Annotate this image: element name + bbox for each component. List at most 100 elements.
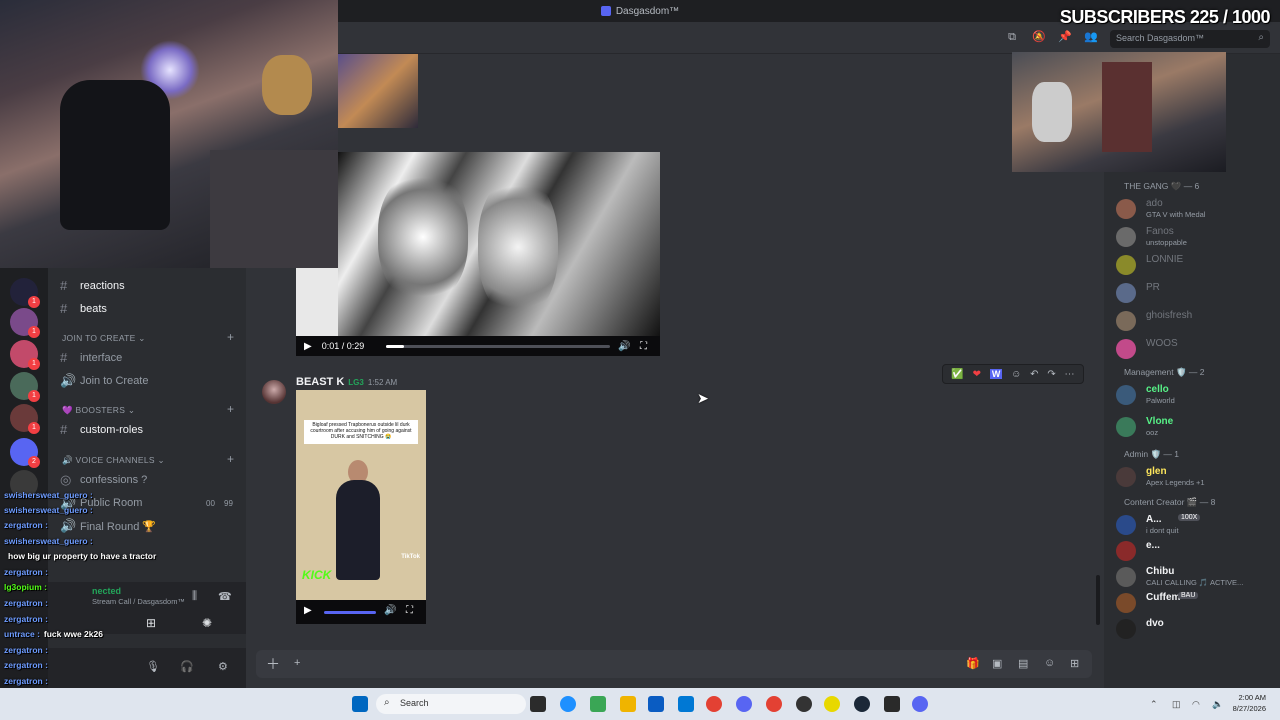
- gif-icon[interactable]: ▣: [992, 657, 1002, 670]
- member-item[interactable]: Cuffem BAU: [1116, 591, 1276, 615]
- add-icon[interactable]: +: [294, 657, 300, 669]
- tiktok-video-attachment[interactable]: Bigloaf pressed Trapbonerus outside lil …: [296, 390, 426, 600]
- steam-icon[interactable]: [854, 696, 870, 712]
- mute-icon[interactable]: 🔕: [1032, 31, 1046, 43]
- member-section-header: Management 🛡️ — 2: [1124, 367, 1205, 377]
- heart-reaction-icon[interactable]: ❤: [973, 369, 981, 380]
- app-icon[interactable]: [824, 696, 840, 712]
- add-channel-icon[interactable]: +: [227, 330, 234, 344]
- gift-icon[interactable]: 🎁: [966, 657, 980, 670]
- taskbar-search[interactable]: ⌕ Search: [376, 694, 526, 714]
- member-item[interactable]: LONNIE: [1116, 253, 1276, 277]
- more-icon[interactable]: ⋯: [1065, 369, 1075, 380]
- chat-message: how big ur property to have a tractor: [4, 551, 156, 561]
- search-icon: ⌕: [1258, 32, 1264, 43]
- category-voice-channels[interactable]: 🔊 VOICE CHANNELS ⌄: [62, 455, 165, 466]
- epic-games-icon[interactable]: [884, 696, 900, 712]
- avatar[interactable]: [262, 380, 286, 404]
- member-item[interactable]: PR: [1116, 281, 1276, 305]
- server-icon[interactable]: 1: [10, 308, 40, 338]
- sticker-icon[interactable]: ▤: [1018, 657, 1028, 670]
- edge-icon[interactable]: [560, 696, 576, 712]
- taskbar-search-label: Search: [400, 698, 429, 708]
- member-item[interactable]: cello Palworld: [1116, 383, 1276, 407]
- store-icon[interactable]: [678, 696, 694, 712]
- app-icon[interactable]: [590, 696, 606, 712]
- member-item[interactable]: e...: [1116, 539, 1276, 563]
- volume-icon[interactable]: 🔈: [1212, 699, 1223, 710]
- apps-icon[interactable]: ⊞: [1070, 657, 1079, 670]
- add-reaction-icon[interactable]: ☺: [1011, 369, 1021, 380]
- member-item[interactable]: WOOS: [1116, 337, 1276, 361]
- members-icon[interactable]: 👥: [1084, 31, 1098, 43]
- system-clock[interactable]: 2:00 AM 8/27/2026: [1233, 692, 1266, 714]
- message-author[interactable]: BEAST K: [296, 376, 344, 388]
- search-input[interactable]: Search Dasgasdom™ ⌕: [1110, 30, 1270, 48]
- member-item[interactable]: ghoisfresh: [1116, 309, 1276, 333]
- file-explorer-icon[interactable]: [620, 696, 636, 712]
- member-item[interactable]: ado GTA V with Medal: [1116, 197, 1276, 221]
- server-icon[interactable]: 1: [10, 340, 40, 370]
- member-item[interactable]: Chibu CALI CALLING 🎵 ACTIVE...: [1116, 565, 1276, 589]
- server-icon[interactable]: 1: [10, 404, 40, 434]
- network-icon[interactable]: ◫: [1172, 699, 1181, 710]
- channel-confessions[interactable]: ◎ confessions ?: [60, 472, 147, 488]
- app-icon[interactable]: [796, 696, 812, 712]
- channel-custom-roles[interactable]: # custom-roles: [60, 422, 143, 437]
- volume-icon[interactable]: 🔊: [618, 341, 630, 352]
- discord-taskbar-icon[interactable]: [736, 696, 752, 712]
- member-item[interactable]: A... i dont quit 100X: [1116, 513, 1276, 537]
- chevron-up-icon[interactable]: ⌃: [1150, 699, 1158, 710]
- stream-chat-overlay: swishersweat_guero : swishersweat_guero :…: [0, 488, 248, 688]
- channel-beats[interactable]: # beats: [60, 301, 107, 316]
- tiktok-watermark: TikTok: [401, 554, 420, 560]
- threads-icon[interactable]: ⧉: [1006, 31, 1018, 43]
- add-channel-icon[interactable]: +: [227, 402, 234, 416]
- video-attachment[interactable]: [338, 152, 660, 336]
- fullscreen-icon[interactable]: ⛶: [406, 605, 413, 616]
- channel-join-to-create[interactable]: 🔊 Join to Create: [60, 373, 148, 389]
- message-composer[interactable]: ＋ + 🎁 ▣ ▤ ☺ ⊞: [256, 650, 1092, 678]
- scrollbar[interactable]: [1096, 575, 1100, 625]
- start-icon[interactable]: [352, 696, 368, 712]
- category-join-to-create[interactable]: JOIN TO CREATE ⌄: [62, 333, 146, 344]
- fullscreen-icon[interactable]: ⛶: [640, 341, 647, 352]
- volume-icon[interactable]: 🔊: [384, 605, 396, 616]
- member-item[interactable]: glen Apex Legends +1: [1116, 465, 1276, 489]
- video-progress-track[interactable]: [386, 344, 610, 348]
- chrome-icon[interactable]: [706, 696, 722, 712]
- channel-label: Join to Create: [80, 375, 149, 387]
- member-item[interactable]: Fanos unstoppable: [1116, 225, 1276, 249]
- channel-interface[interactable]: # interface: [60, 350, 122, 365]
- member-item[interactable]: Vlone ooz: [1116, 415, 1276, 439]
- channel-reactions[interactable]: # reactions: [60, 278, 125, 293]
- add-channel-icon[interactable]: +: [227, 452, 234, 466]
- wifi-icon[interactable]: ◠: [1192, 699, 1200, 710]
- check-reaction-icon[interactable]: ✅: [951, 369, 963, 380]
- discord-taskbar-icon[interactable]: [912, 696, 928, 712]
- avatar: [1116, 283, 1136, 303]
- pin-icon[interactable]: 📌: [1058, 31, 1072, 43]
- emoji-icon[interactable]: ☺: [1044, 657, 1055, 669]
- server-icon[interactable]: 1: [10, 372, 40, 402]
- play-icon[interactable]: ▶: [304, 341, 312, 352]
- member-item[interactable]: dvo: [1116, 617, 1276, 641]
- terminal-icon[interactable]: [530, 696, 546, 712]
- forward-icon[interactable]: ↷: [1047, 369, 1055, 380]
- play-icon[interactable]: ▶: [304, 605, 312, 616]
- video-controls: ▶ 🔊 ⛶: [296, 600, 426, 624]
- category-label: BOOSTERS: [75, 405, 126, 415]
- search-icon: ⌕: [384, 697, 390, 708]
- chat-username: zergatron :: [4, 645, 48, 655]
- category-boosters[interactable]: 💜 BOOSTERS ⌄: [62, 405, 135, 416]
- member-status: i dont quit: [1146, 526, 1179, 535]
- discord-server-icon[interactable]: 2: [10, 438, 40, 468]
- w-reaction-icon[interactable]: W: [989, 369, 1003, 379]
- app-icon[interactable]: [648, 696, 664, 712]
- chrome-icon[interactable]: [766, 696, 782, 712]
- image-attachment[interactable]: [338, 54, 418, 128]
- upload-plus-icon[interactable]: ＋: [266, 654, 280, 674]
- reply-icon[interactable]: ↶: [1030, 369, 1038, 380]
- volume-slider[interactable]: [324, 611, 376, 614]
- server-icon[interactable]: 1: [10, 278, 40, 308]
